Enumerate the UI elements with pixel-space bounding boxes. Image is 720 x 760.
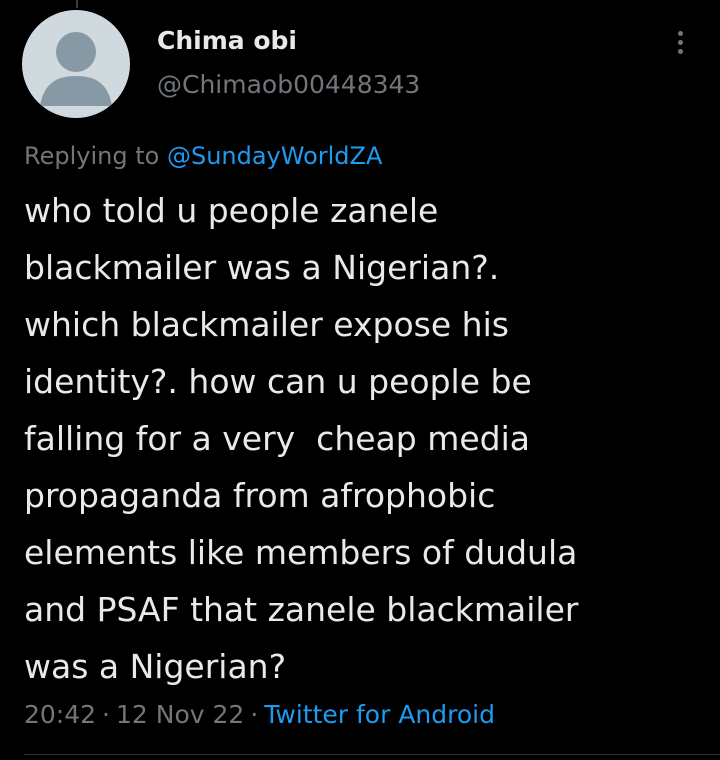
reply-context-prefix: Replying to (24, 142, 160, 170)
thread-connector-line (76, 0, 78, 8)
default-profile-icon (40, 32, 112, 106)
meta-separator: · (102, 700, 110, 729)
more-options-button[interactable] (664, 24, 696, 60)
tweet-time[interactable]: 20:42 (24, 700, 96, 729)
tweet-text: who told u people zanele blackmailer was… (24, 191, 579, 686)
avatar[interactable] (22, 10, 130, 118)
more-vertical-icon-dot (677, 39, 683, 45)
more-vertical-icon (677, 30, 683, 36)
tweet-source-link[interactable]: Twitter for Android (264, 700, 495, 729)
reply-mention-link[interactable]: @SundayWorldZA (167, 142, 382, 170)
author-display-name[interactable]: Chima obi (157, 24, 297, 58)
reply-context: Replying to @SundayWorldZA (24, 139, 382, 173)
tweet-date[interactable]: 12 Nov 22 (116, 700, 244, 729)
meta-separator: · (250, 700, 259, 729)
tweet-metadata: 20:42 · 12 Nov 22 · Twitter for Android (24, 697, 495, 733)
author-handle[interactable]: @Chimaob00448343 (157, 68, 420, 102)
divider (24, 754, 720, 755)
more-vertical-icon-dot (677, 48, 683, 54)
